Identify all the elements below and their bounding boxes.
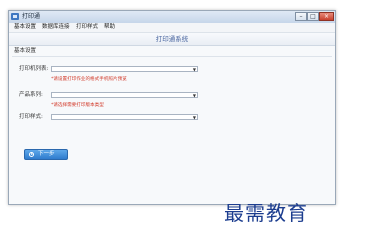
close-button[interactable]: ×	[319, 12, 334, 21]
header-strip: 打印通系统	[9, 33, 335, 46]
menu-basic-settings[interactable]: 基本设置	[14, 23, 36, 32]
app-icon	[11, 13, 19, 20]
next-step-button[interactable]: 下一步	[24, 149, 68, 160]
minimize-button[interactable]: –	[295, 12, 307, 21]
window-title: 打印通	[22, 13, 41, 20]
maximize-button[interactable]: □	[307, 12, 319, 21]
print-style-select[interactable]: ▼	[51, 114, 198, 120]
menu-bar: 基本设置 数据库连接 打印样式 帮助	[9, 23, 335, 33]
printer-list-hint: *请设置打印作业的格式手机照片预览	[51, 77, 127, 82]
app-window: 打印通 – □ × 基本设置 数据库连接 打印样式 帮助 打印通系统 基本设置 …	[8, 10, 336, 205]
page-title: 打印通系统	[155, 35, 189, 43]
printer-list-select[interactable]: ▼	[51, 66, 198, 72]
next-step-label: 下一步	[38, 151, 55, 157]
menu-help[interactable]: 帮助	[104, 23, 115, 32]
printer-list-label: 打印机列表:	[19, 66, 49, 72]
dropdown-arrow-icon: ▼	[192, 93, 196, 98]
watermark-logo: 最需教育	[224, 201, 308, 225]
section-divider	[12, 56, 332, 57]
title-bar: 打印通 – □ ×	[9, 11, 335, 23]
product-series-label: 产品系列:	[19, 92, 43, 98]
print-style-label: 打印样式:	[19, 114, 43, 120]
product-series-hint: *请选择需要打印版本类型	[51, 103, 104, 108]
dropdown-arrow-icon: ▼	[192, 67, 196, 72]
product-series-select[interactable]: ▼	[51, 92, 198, 98]
dropdown-arrow-icon: ▼	[192, 115, 196, 120]
menu-print-style[interactable]: 打印样式	[76, 23, 98, 32]
menu-database-connection[interactable]: 数据库连接	[42, 23, 70, 32]
section-title: 基本设置	[14, 48, 37, 54]
play-circle-icon	[29, 152, 34, 157]
